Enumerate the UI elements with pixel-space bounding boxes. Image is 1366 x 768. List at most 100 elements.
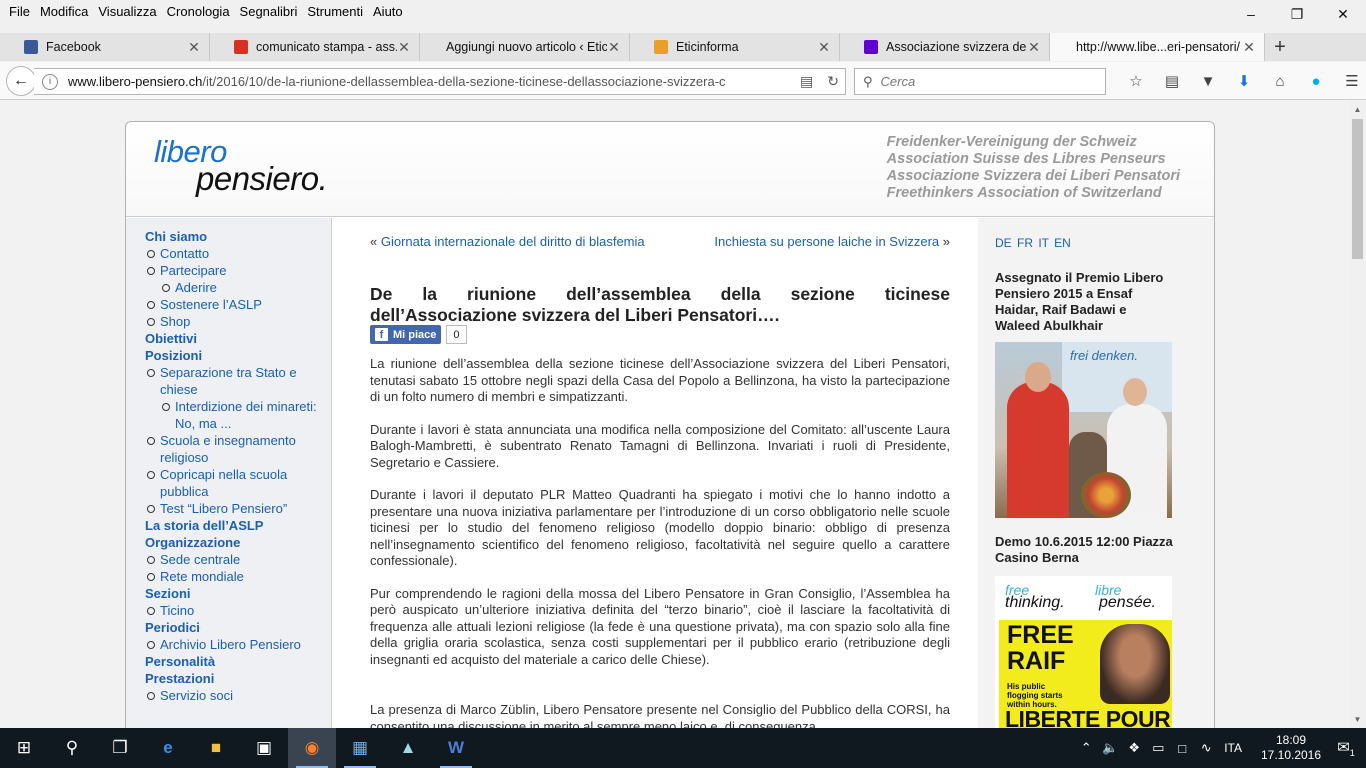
sidebar-item[interactable]: Partecipare [145, 262, 331, 279]
tab-favicon-icon [234, 40, 248, 54]
site-logo[interactable]: libero pensiero. [154, 134, 354, 199]
firefox-button[interactable]: ◉ [288, 728, 336, 768]
browser-tab[interactable]: http://www.libe...eri-pensatori/✕ [1050, 33, 1265, 61]
restore-button[interactable]: ❐ [1274, 0, 1320, 28]
sidebar-section[interactable]: Prestazioni [145, 670, 331, 687]
tab-close-icon[interactable]: ✕ [397, 39, 411, 56]
language-links[interactable]: DE FR IT EN [995, 236, 1214, 250]
next-post-link[interactable]: Inchiesta su persone laiche in Svizzera [714, 234, 939, 249]
pocket-icon[interactable]: ▼ [1190, 70, 1226, 92]
tab-close-icon[interactable]: ✕ [817, 39, 831, 56]
close-window-button[interactable]: ✕ [1320, 0, 1366, 28]
news-title[interactable]: Assegnato il Premio Libero Pensiero 2015… [995, 270, 1175, 334]
sidebar-item[interactable]: Sede centrale [145, 551, 331, 568]
search-bar[interactable]: ⚲ Cerca [854, 68, 1106, 95]
browser-tab[interactable]: Facebook ✕ [0, 33, 210, 61]
minimize-button[interactable]: – [1228, 0, 1274, 28]
start-button[interactable]: ⊞ [0, 728, 48, 768]
sidebar-section[interactable]: Chi siamo [145, 228, 331, 245]
app-button-2[interactable]: ▲ [384, 728, 432, 768]
store-button[interactable]: ▣ [240, 728, 288, 768]
menu-item-aiuto[interactable]: Aiuto [368, 4, 408, 19]
sidebar-item[interactable]: Aderire [160, 279, 331, 296]
file-explorer-button[interactable]: ■ [192, 728, 240, 768]
reload-icon[interactable]: ↻ [827, 73, 839, 90]
dropbox-icon[interactable]: ❖ [1122, 740, 1146, 756]
menu-item-cronologia[interactable]: Cronologia [162, 4, 235, 19]
sidebar-item[interactable]: Contatto [145, 245, 331, 262]
sidebar-section[interactable]: Personalità [145, 653, 331, 670]
info-icon[interactable]: i [42, 73, 58, 90]
browser-tab[interactable]: comunicato stampa - ass... ✕ [210, 33, 420, 61]
chevron-up-icon[interactable]: ⌃ [1074, 740, 1098, 756]
sidebar-item[interactable]: Ticino [145, 602, 331, 619]
free-raif-poster[interactable]: free thinking. libre pensée. FREE RAIF H… [995, 576, 1172, 728]
sidebar-item[interactable]: Scuola e insegnamento religioso [145, 432, 331, 466]
url-bar[interactable]: i www.libero-pensiero.ch/it/2016/10/de-l… [34, 68, 846, 95]
bookmark-star-icon[interactable]: ☆ [1118, 70, 1154, 92]
sidebar-item[interactable]: Rete mondiale [145, 568, 331, 585]
url-text[interactable]: www.libero-pensiero.ch/it/2016/10/de-la-… [68, 74, 758, 89]
notification-count: 1 [1349, 748, 1355, 758]
tab-close-icon[interactable]: ✕ [187, 39, 201, 56]
system-tray: ⌃ 🔈 ❖ ▭ □ ∿ ITA 18:09 17.10.2016 ✉1 [1074, 728, 1366, 768]
tab-close-icon[interactable]: ✕ [1027, 39, 1041, 56]
sidebar-item[interactable]: Archivio Libero Pensiero [145, 636, 331, 653]
sidebar-section[interactable]: Periodici [145, 619, 331, 636]
tab-close-icon[interactable]: ✕ [607, 39, 621, 56]
sidebar-item[interactable]: Sostenere l’ASLP [145, 296, 331, 313]
back-button[interactable]: ← [6, 66, 36, 96]
battery-icon[interactable]: ▭ [1146, 740, 1170, 756]
menu-item-strumenti[interactable]: Strumenti [302, 4, 368, 19]
sidebar-item[interactable]: Test “Libero Pensiero” [145, 500, 331, 517]
sidebar-section[interactable]: Sezioni [145, 585, 331, 602]
sidebar-item[interactable]: Separazione tra Stato e chiese [145, 364, 331, 398]
sidebar-section[interactable]: La storia dell’ASLP [145, 517, 331, 534]
wifi-icon[interactable]: ∿ [1194, 740, 1218, 756]
toolbar-icons: ☆ ▤ ▼ ⬇ ⌂ ● ☰ [1118, 70, 1366, 92]
bookmarks-list-icon[interactable]: ▤ [1154, 70, 1190, 92]
reader-view-icon[interactable]: ▤ [800, 73, 813, 90]
menu-item-segnalibri[interactable]: Segnalibri [235, 4, 303, 19]
skype-icon[interactable]: ● [1298, 70, 1334, 92]
input-language[interactable]: ITA [1224, 741, 1242, 755]
tab-label: http://www.libe...eri-pensatori/ [1076, 40, 1240, 54]
browser-tab[interactable]: Associazione svizzera del L...✕ [840, 33, 1050, 61]
new-tab-button[interactable]: + [1265, 33, 1295, 61]
event-title[interactable]: Demo 10.6.2015 12:00 Piazza Casino Berna [995, 534, 1214, 566]
sidebar-item[interactable]: Interdizione dei minareti: No, ma ... [160, 398, 331, 432]
scroll-thumb[interactable] [1352, 119, 1363, 259]
sidebar-item[interactable]: Copricapi nella scuola pubblica [145, 466, 331, 500]
volume-icon[interactable]: 🔈 [1098, 740, 1122, 756]
menu-item-visualizza[interactable]: Visualizza [93, 4, 161, 19]
home-icon[interactable]: ⌂ [1262, 70, 1298, 92]
sidebar-section[interactable]: Posizioni [145, 347, 331, 364]
browser-tab[interactable]: Eticinforma ✕ [630, 33, 840, 61]
notification-center-icon[interactable]: ✉1 [1326, 738, 1366, 758]
sidebar-item[interactable]: Shop [145, 313, 331, 330]
vertical-scrollbar[interactable]: ▲ ▼ [1349, 101, 1366, 728]
sidebar-section[interactable]: Obiettivi [145, 330, 331, 347]
prev-post-link[interactable]: Giornata internazionale del diritto di b… [381, 234, 645, 249]
menu-item-file[interactable]: File [4, 4, 35, 19]
hamburger-menu-icon[interactable]: ☰ [1334, 70, 1366, 92]
paragraph-3: Durante i lavori il deputato PLR Matteo … [370, 487, 950, 568]
search-icon: ⚲ [65, 738, 79, 757]
scroll-down-arrow[interactable]: ▼ [1349, 711, 1366, 728]
tab-close-icon[interactable]: ✕ [1242, 39, 1256, 56]
scroll-up-arrow[interactable]: ▲ [1349, 101, 1366, 118]
app-button[interactable]: ▦ [336, 728, 384, 768]
download-icon[interactable]: ⬇ [1226, 70, 1262, 92]
search-taskbar-button[interactable]: ⚲ [48, 728, 96, 768]
sidebar-item[interactable]: Servizio soci [145, 687, 331, 704]
menu-item-modifica[interactable]: Modifica [35, 4, 93, 19]
task-view-button[interactable]: ❐ [96, 728, 144, 768]
browser-tab[interactable]: Aggiungi nuovo articolo ‹ Etici... ✕ [420, 33, 630, 61]
clock[interactable]: 18:09 17.10.2016 [1256, 733, 1326, 763]
facebook-like-button[interactable]: f Mi piace [370, 325, 442, 344]
sidebar-section[interactable]: Organizzazione [145, 534, 331, 551]
edge-button[interactable]: e [144, 728, 192, 768]
tray-app-icon[interactable]: □ [1170, 741, 1194, 756]
word-button[interactable]: W [432, 728, 480, 768]
award-photo[interactable]: frei denken. [995, 342, 1172, 518]
